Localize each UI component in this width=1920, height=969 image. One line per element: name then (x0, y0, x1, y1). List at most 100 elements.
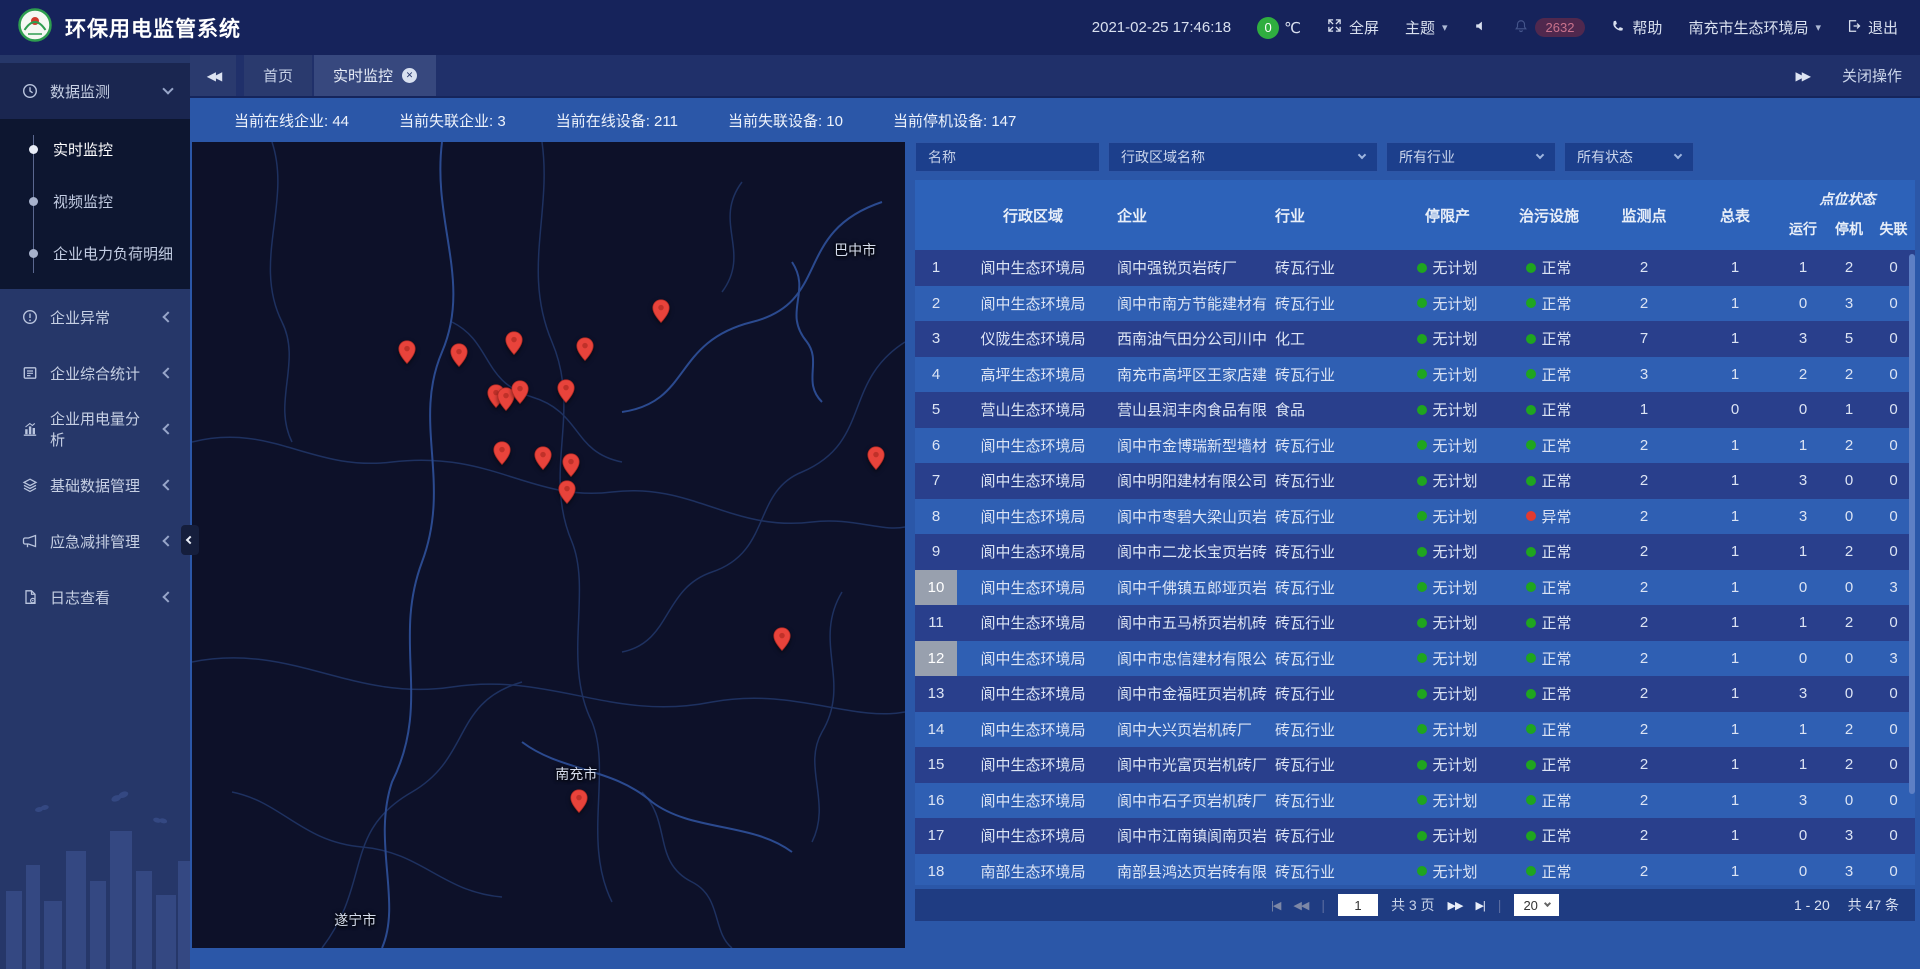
map-marker[interactable] (562, 453, 581, 483)
sidebar-subitem[interactable]: 实时监控 (0, 123, 190, 175)
sidebar-item-power-analysis[interactable]: 企业用电量分析 (0, 401, 190, 457)
table-row[interactable]: 17阆中生态环境局阆中市江南镇阆南页岩砖瓦行业无计划正常21030 (915, 818, 1915, 854)
sidebar-item-logs[interactable]: 日志查看 (0, 569, 190, 625)
map-marker[interactable] (493, 441, 512, 471)
cell-halt: 0 (1826, 499, 1872, 535)
status-dot (1526, 653, 1536, 663)
first-page-button[interactable]: |◀ (1271, 899, 1280, 912)
map-marker[interactable] (557, 379, 576, 409)
table-row[interactable]: 16阆中生态环境局阆中市石子页岩机砖厂砖瓦行业无计划正常21300 (915, 783, 1915, 819)
help-button[interactable]: 帮助 (1611, 17, 1662, 38)
industry-filter-select[interactable]: 所有行业 (1386, 142, 1556, 172)
status-dot (1526, 334, 1536, 344)
map-marker[interactable] (575, 337, 594, 367)
prev-page-button[interactable]: ◀◀ (1293, 899, 1308, 912)
tab-home[interactable]: 首页 (244, 55, 312, 96)
map-marker[interactable] (505, 331, 524, 361)
sidebar-item-data-monitor[interactable]: 数据监测 (0, 63, 190, 119)
status-dot (1417, 760, 1427, 770)
table-row[interactable]: 3仪陇生态环境局西南油气田分公司川中化工无计划正常71350 (915, 321, 1915, 357)
map-marker[interactable] (772, 627, 791, 657)
map-marker[interactable] (449, 343, 468, 373)
map-marker[interactable] (398, 340, 417, 370)
tab-bar: ◀◀ 首页实时监控✕ ▶▶ 关闭操作 (190, 55, 1920, 98)
table-row[interactable]: 10阆中生态环境局阆中千佛镇五郎垭页岩砖瓦行业无计划正常21003 (915, 570, 1915, 606)
cell-company: 南充市高坪区王家店建 (1109, 357, 1267, 393)
table-row[interactable]: 12阆中生态环境局阆中市忠信建材有限公砖瓦行业无计划正常21003 (915, 641, 1915, 677)
table-row[interactable]: 4高坪生态环境局南充市高坪区王家店建砖瓦行业无计划正常31220 (915, 357, 1915, 393)
app-logo (18, 8, 52, 47)
cell-industry: 砖瓦行业 (1267, 605, 1395, 641)
sidebar-item-enterprise-stats[interactable]: 企业综合统计 (0, 345, 190, 401)
org-menu[interactable]: 南充市生态环境局 ▾ (1688, 17, 1821, 38)
map-canvas[interactable]: 巴中市南充市遂宁市 (192, 142, 905, 948)
status-dot (1526, 760, 1536, 770)
table-scrollbar[interactable] (1909, 254, 1915, 794)
cell-company: 阆中市江南镇阆南页岩 (1109, 818, 1267, 854)
close-icon[interactable]: ✕ (402, 68, 417, 83)
theme-menu[interactable]: 主题 ▾ (1405, 17, 1448, 38)
cell-meter: 1 (1690, 641, 1780, 677)
cell-run: 1 (1780, 534, 1826, 570)
cell-industry: 砖瓦行业 (1267, 783, 1395, 819)
total-count-label: 共 47 条 (1848, 897, 1899, 913)
cell-run: 3 (1780, 321, 1826, 357)
sidebar-collapse-handle[interactable] (181, 525, 199, 555)
row-index: 9 (915, 534, 957, 570)
table-row[interactable]: 1阆中生态环境局阆中强锐页岩砖厂砖瓦行业无计划正常21120 (915, 250, 1915, 286)
scroll-tabs-right-icon[interactable]: ▶▶ (1796, 69, 1808, 83)
sidebar-item-enterprise-abnormal[interactable]: 企业异常 (0, 289, 190, 345)
sidebar-subitem[interactable]: 企业电力负荷明细 (0, 227, 190, 279)
cell-region: 阆中生态环境局 (957, 641, 1109, 677)
next-page-button[interactable]: ▶▶ (1448, 899, 1463, 912)
table-row[interactable]: 7阆中生态环境局阆中明阳建材有限公司砖瓦行业无计划正常21300 (915, 463, 1915, 499)
status-filter-select[interactable]: 所有状态 (1564, 142, 1694, 172)
fullscreen-button[interactable]: 全屏 (1327, 17, 1379, 38)
notifications[interactable]: 2632 (1514, 18, 1586, 37)
cell-company: 营山县润丰肉食品有限 (1109, 392, 1267, 428)
mute-button[interactable] (1474, 19, 1488, 37)
cell-run: 0 (1780, 641, 1826, 677)
close-operations-button[interactable]: 关闭操作 (1842, 65, 1902, 86)
cell-facility-status: 正常 (1500, 428, 1598, 464)
cell-company: 阆中市光富页岩机砖厂 (1109, 747, 1267, 783)
cell-stop-status: 无计划 (1395, 463, 1500, 499)
cell-facility-status: 正常 (1500, 357, 1598, 393)
scroll-tabs-left-icon[interactable]: ◀◀ (190, 55, 236, 96)
sidebar-item-base-data[interactable]: 基础数据管理 (0, 457, 190, 513)
cell-run: 0 (1780, 570, 1826, 606)
row-index: 14 (915, 712, 957, 748)
map-marker[interactable] (510, 380, 529, 410)
col-lost: 失联 (1872, 219, 1915, 239)
logout-button[interactable]: 退出 (1847, 17, 1898, 38)
range-label: 1 - 20 (1794, 897, 1830, 913)
table-row[interactable]: 13阆中生态环境局阆中市金福旺页岩机砖砖瓦行业无计划正常21300 (915, 676, 1915, 712)
table-row[interactable]: 9阆中生态环境局阆中市二龙长宝页岩砖砖瓦行业无计划正常21120 (915, 534, 1915, 570)
cell-halt: 3 (1826, 854, 1872, 886)
map-marker[interactable] (652, 299, 671, 329)
cell-facility-status: 正常 (1500, 286, 1598, 322)
table-row[interactable]: 11阆中生态环境局阆中市五马桥页岩机砖砖瓦行业无计划正常21120 (915, 605, 1915, 641)
name-filter-input[interactable] (928, 149, 1087, 165)
table-row[interactable]: 14阆中生态环境局阆中大兴页岩机砖厂砖瓦行业无计划正常21120 (915, 712, 1915, 748)
page-size-select[interactable]: 20 (1514, 894, 1558, 916)
table-row[interactable]: 18南部生态环境局南部县鸿达页岩砖有限砖瓦行业无计划正常21030 (915, 854, 1915, 886)
last-page-button[interactable]: ▶| (1475, 899, 1484, 912)
sidebar-item-emergency[interactable]: 应急减排管理 (0, 513, 190, 569)
table-row[interactable]: 6阆中生态环境局阆中市金博瑞新型墙材砖瓦行业无计划正常21120 (915, 428, 1915, 464)
chevron-down-icon (162, 83, 173, 94)
map-marker[interactable] (867, 446, 886, 476)
table-row[interactable]: 8阆中生态环境局阆中市枣碧大梁山页岩砖瓦行业无计划异常21300 (915, 499, 1915, 535)
status-dot (1526, 476, 1536, 486)
table-row[interactable]: 15阆中生态环境局阆中市光富页岩机砖厂砖瓦行业无计划正常21120 (915, 747, 1915, 783)
map-marker[interactable] (533, 446, 552, 476)
sidebar-subitem[interactable]: 视频监控 (0, 175, 190, 227)
region-filter-select[interactable]: 行政区域名称 (1108, 142, 1378, 172)
cell-company: 阆中市金福旺页岩机砖 (1109, 676, 1267, 712)
tab-realtime[interactable]: 实时监控✕ (314, 55, 436, 96)
page-number-input[interactable] (1338, 894, 1378, 916)
map-marker[interactable] (558, 480, 577, 510)
map-marker[interactable] (570, 789, 589, 819)
table-row[interactable]: 5营山生态环境局营山县润丰肉食品有限食品无计划正常10010 (915, 392, 1915, 428)
table-row[interactable]: 2阆中生态环境局阆中市南方节能建材有砖瓦行业无计划正常21030 (915, 286, 1915, 322)
